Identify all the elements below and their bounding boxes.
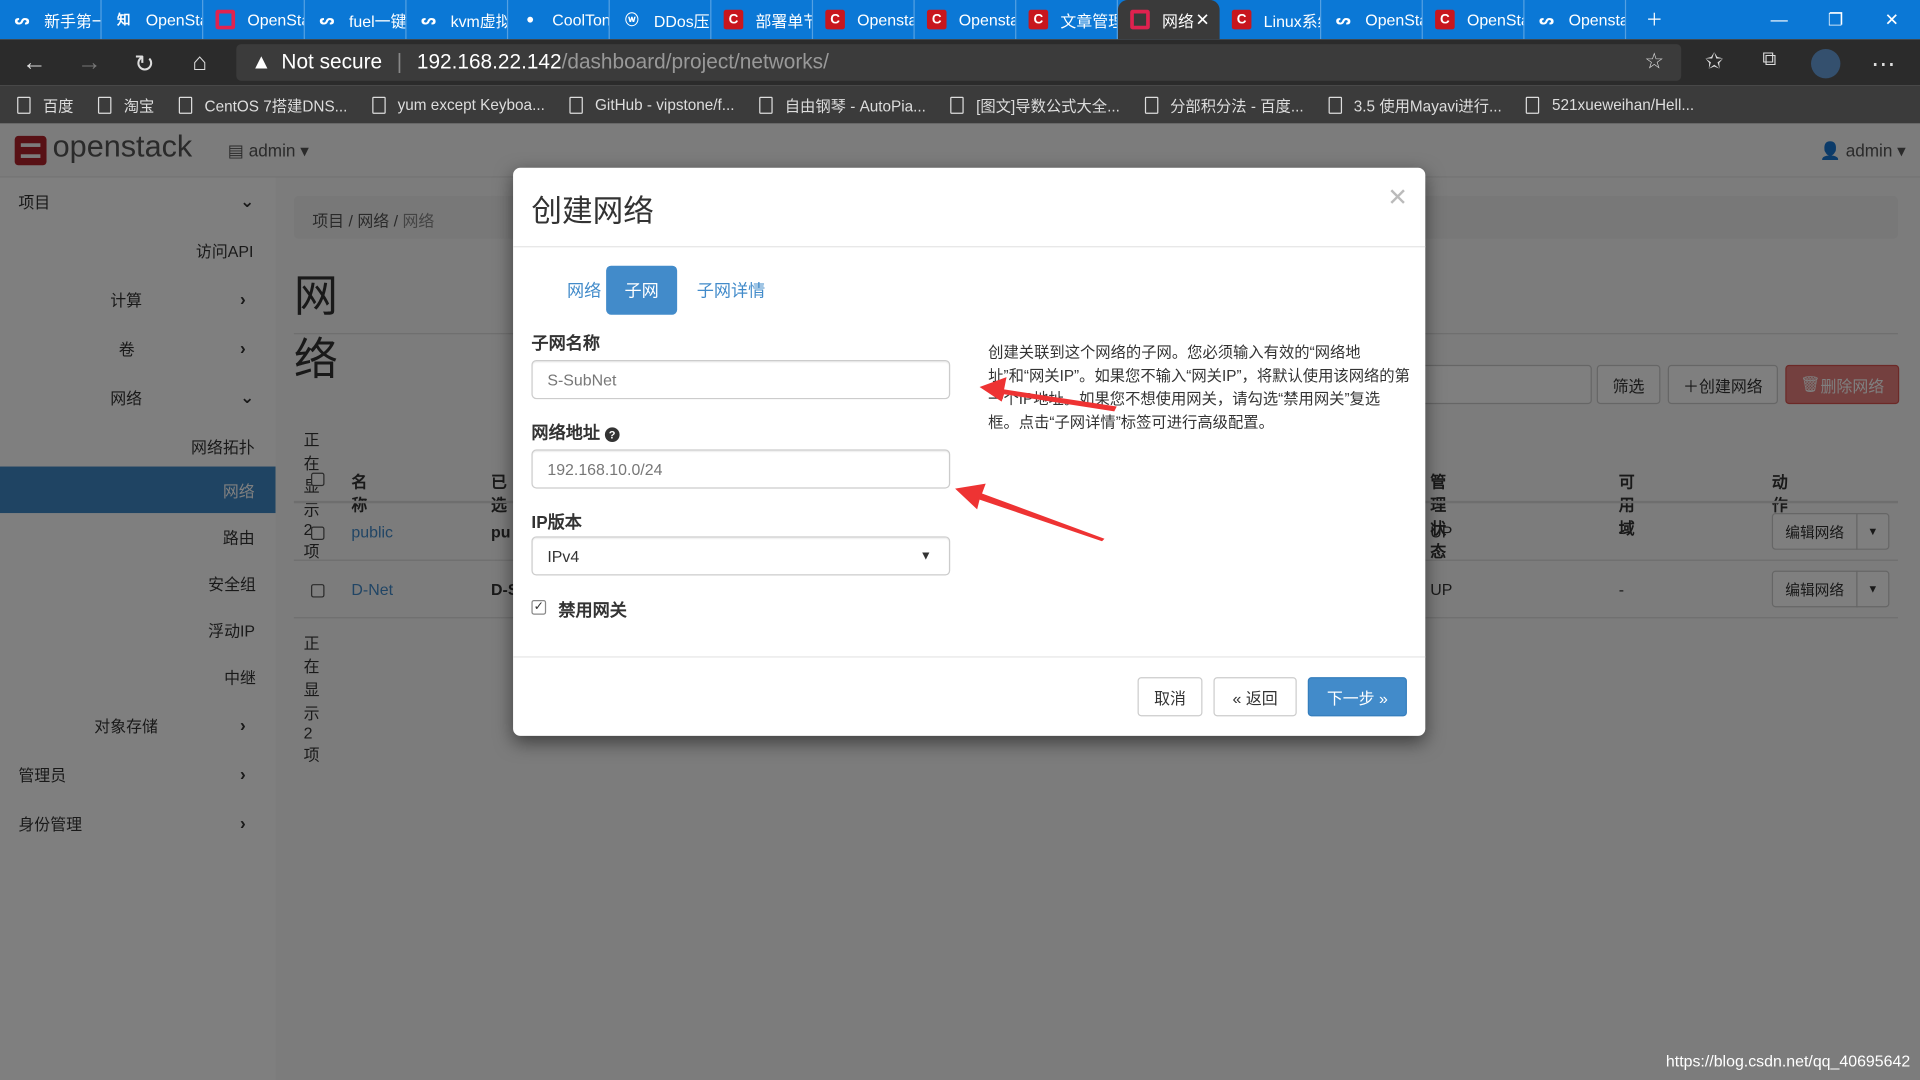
annotation-arrow xyxy=(979,377,1117,412)
annotation-arrow xyxy=(955,483,1105,542)
watermark: https://blog.csdn.net/qq_40695642 xyxy=(1665,1051,1911,1071)
screen: ᔕ 新手第一知 OpenSta OpenSta ᔕ fuel一键 ᔕ kvm虚拟 ● CoolTo… xyxy=(0,0,1920,1080)
annotation-arrows xyxy=(955,377,1117,542)
